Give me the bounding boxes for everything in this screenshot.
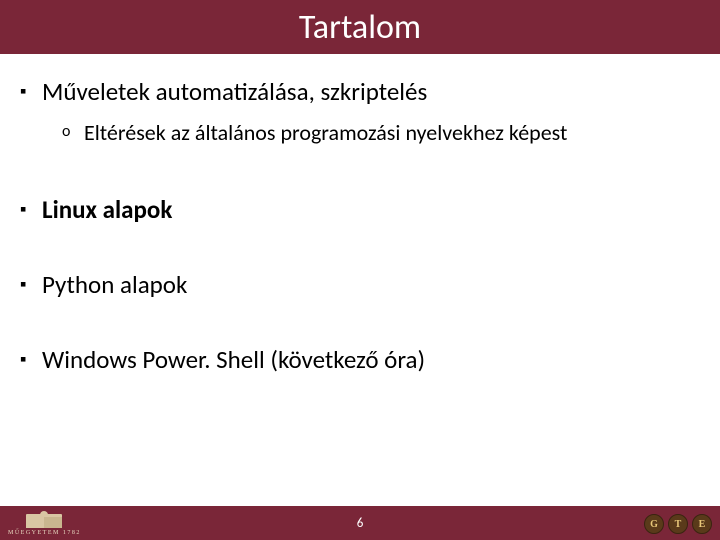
badge-icon: G [644,514,664,534]
square-bullet-icon: ▪ [20,269,42,296]
footer-badges: G T E [644,514,712,534]
slide-footer: MŰEGYETEM 1782 6 G T E [0,506,720,540]
slide-title-bar: Tartalom [0,0,720,54]
sub-bullet-text: Eltérések az általános programozási nyel… [84,119,700,148]
slide-title: Tartalom [299,7,421,48]
square-bullet-icon: ▪ [20,344,42,371]
slide-content: ▪ Műveletek automatizálása, szkriptelés … [0,54,720,376]
footer-left-text: MŰEGYETEM 1782 [8,530,81,536]
bullet-item: ▪ Linux alapok [20,194,700,225]
badge-icon: E [692,514,712,534]
bullet-item: ▪ Python alapok [20,269,700,300]
square-bullet-icon: ▪ [20,76,42,103]
page-number: 6 [357,516,364,531]
university-logo-icon [26,514,62,528]
bullet-text: Python alapok [42,269,700,300]
circle-bullet-icon: o [62,119,84,143]
footer-logo-area: MŰEGYETEM 1782 [8,514,81,536]
bullet-text: Műveletek automatizálása, szkriptelés [42,76,700,107]
bullet-item: ▪ Windows Power. Shell (következő óra) [20,344,700,375]
sub-bullet-item: o Eltérések az általános programozási ny… [62,119,700,148]
square-bullet-icon: ▪ [20,194,42,221]
badge-icon: T [668,514,688,534]
bullet-item: ▪ Műveletek automatizálása, szkriptelés [20,76,700,107]
bullet-text: Linux alapok [42,194,700,225]
bullet-text: Windows Power. Shell (következő óra) [42,344,700,375]
